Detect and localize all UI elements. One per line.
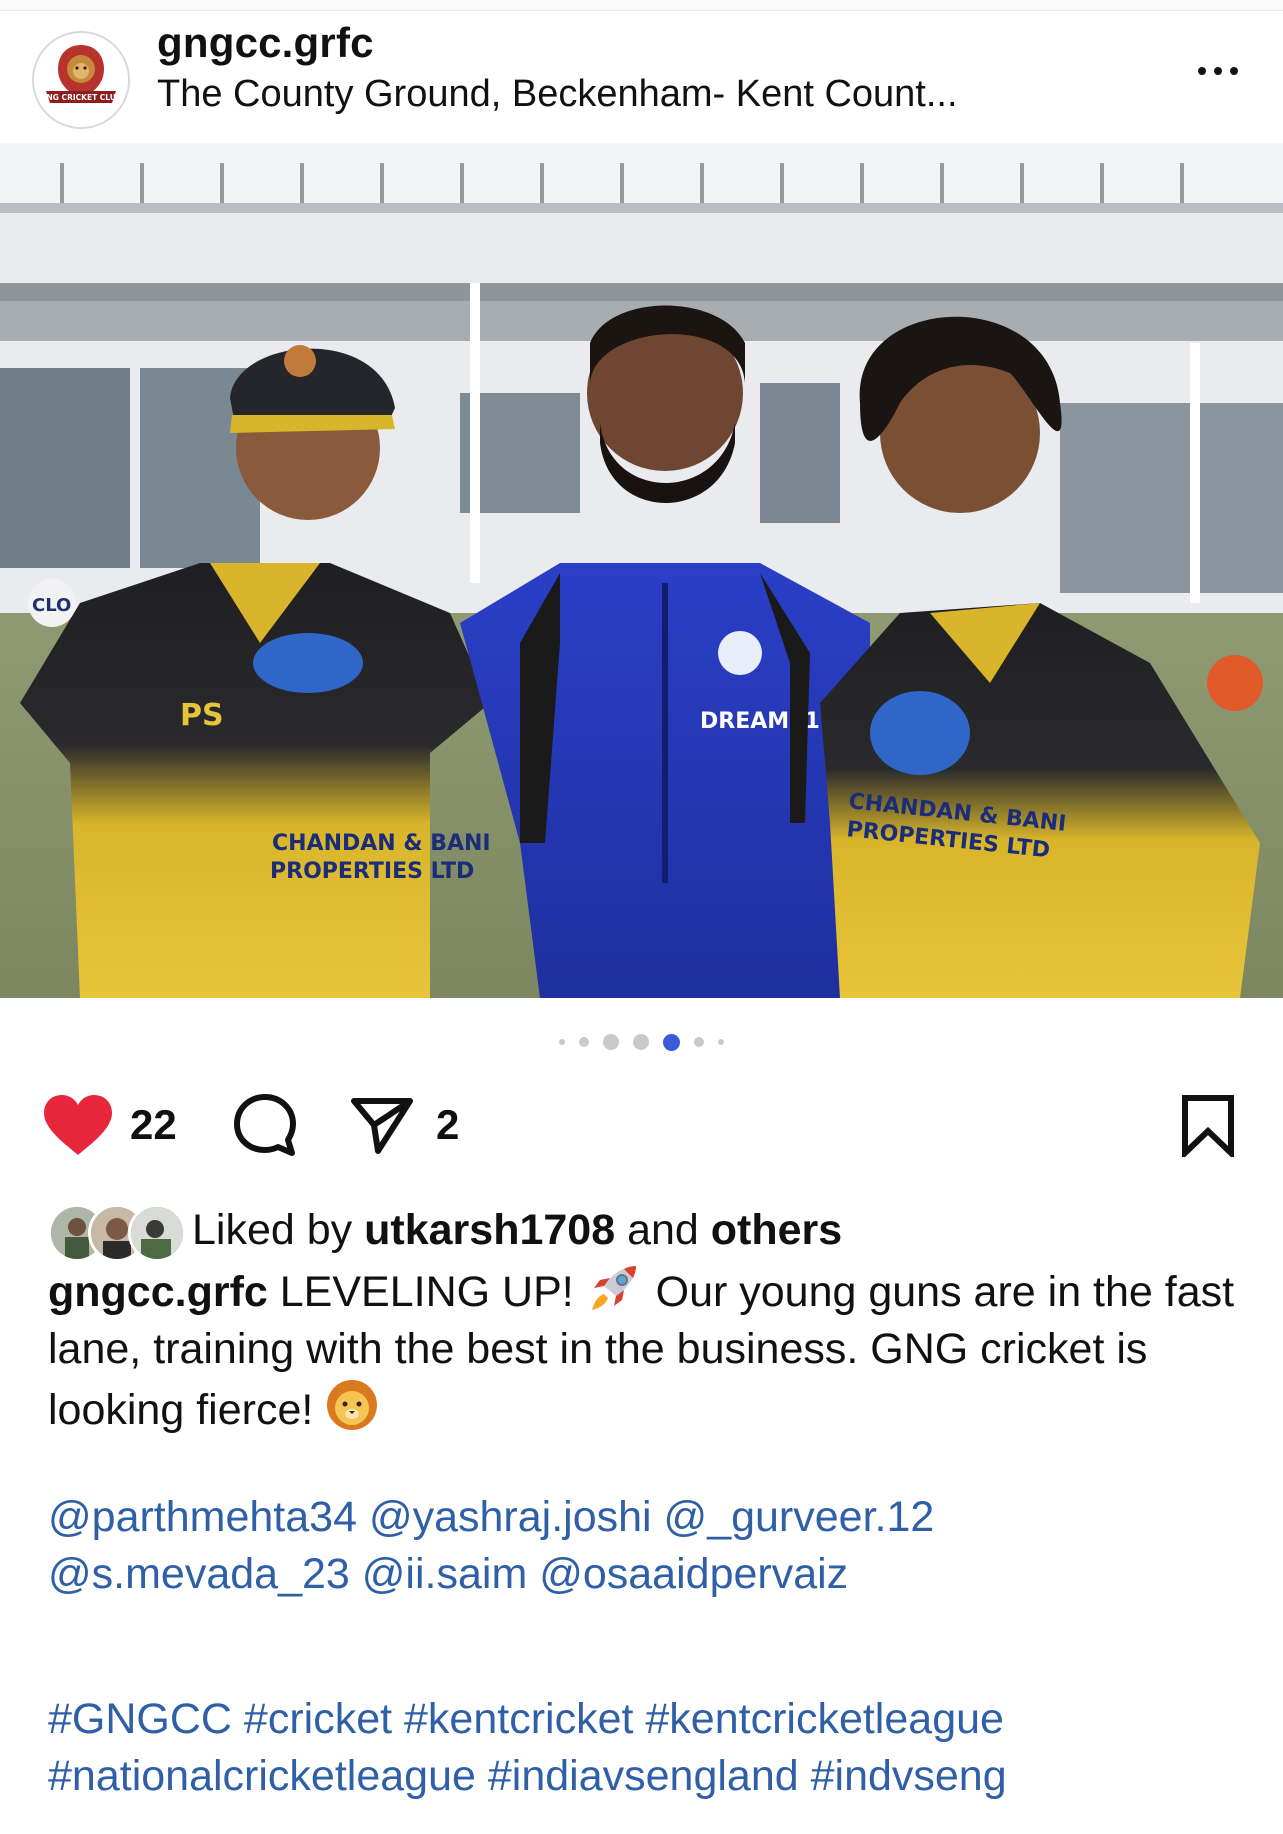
more-options-button[interactable] <box>1190 51 1246 91</box>
post-username[interactable]: gngcc.grfc <box>157 19 374 67</box>
caption-text-1: LEVELING UP! <box>279 1268 574 1316</box>
carousel-dot <box>718 1039 724 1045</box>
post-caption: gngcc.grfc LEVELING UP! Our young guns a… <box>48 1262 1258 1439</box>
carousel-dot <box>633 1034 649 1050</box>
svg-text:PS: PS <box>180 698 224 733</box>
mentions-line-1[interactable]: @parthmehta34 @yashraj.joshi @_gurveer.1… <box>48 1489 1268 1546</box>
svg-text:CLO: CLO <box>32 595 71 616</box>
svg-text:CHANDAN & BANI: CHANDAN & BANI <box>272 831 491 856</box>
svg-text:PROPERTIES LTD: PROPERTIES LTD <box>270 859 474 884</box>
post-location[interactable]: The County Ground, Beckenham- Kent Count… <box>157 73 958 116</box>
comment-icon <box>234 1094 296 1156</box>
carousel-indicator <box>0 1030 1283 1054</box>
post-header: GNG CRICKET CLUB gngcc.grfc The County G… <box>0 11 1283 143</box>
action-bar: 22 2 <box>0 1090 1283 1160</box>
mentions-line-2[interactable]: @s.mevada_23 @ii.saim @osaaidpervaiz <box>48 1546 1268 1603</box>
bookmark-icon <box>1182 1095 1234 1157</box>
carousel-dot <box>603 1034 619 1050</box>
profile-avatar[interactable]: GNG CRICKET CLUB <box>32 31 130 129</box>
post-photo[interactable]: CHANDAN & BANI PROPERTIES LTD PS DREAM11… <box>0 143 1283 998</box>
share-icon <box>351 1098 413 1154</box>
liked-by-others[interactable]: others <box>711 1206 842 1255</box>
liked-by-joiner: and <box>627 1205 699 1254</box>
liker-avatar <box>128 1204 186 1262</box>
liker-avatars <box>48 1202 186 1262</box>
club-logo-icon: GNG CRICKET CLUB <box>34 33 128 127</box>
carousel-dot <box>559 1039 565 1045</box>
caption-username[interactable]: gngcc.grfc <box>48 1268 268 1316</box>
share-button[interactable] <box>350 1090 414 1160</box>
hashtags-line-1[interactable]: #GNGCC #cricket #kentcricket #kentcricke… <box>48 1691 1268 1748</box>
liked-by-user[interactable]: utkarsh1708 <box>364 1206 615 1255</box>
carousel-dot <box>579 1037 589 1047</box>
rocket-emoji-icon <box>591 1266 636 1310</box>
bookmark-button[interactable] <box>1180 1090 1236 1160</box>
comment-button[interactable] <box>232 1090 298 1160</box>
carousel-dot-active <box>663 1033 680 1051</box>
hashtags-block: #GNGCC #cricket #kentcricket #kentcricke… <box>48 1691 1268 1805</box>
liked-by-prefix: Liked by <box>192 1205 353 1254</box>
svg-text:GNG CRICKET CLUB: GNG CRICKET CLUB <box>40 93 122 102</box>
share-count[interactable]: 2 <box>436 1090 459 1160</box>
top-divider <box>0 0 1283 11</box>
heart-icon <box>44 1095 112 1155</box>
like-count[interactable]: 22 <box>130 1090 177 1160</box>
photo-illustration: CHANDAN & BANI PROPERTIES LTD PS DREAM11… <box>0 143 1283 998</box>
like-button[interactable] <box>42 1090 114 1160</box>
hashtags-line-2[interactable]: #nationalcricketleague #indiavsengland #… <box>48 1748 1268 1805</box>
liked-by-row[interactable]: Liked by utkarsh1708 and others <box>48 1202 842 1262</box>
more-icon <box>1198 67 1206 75</box>
lion-emoji-icon <box>327 1380 378 1430</box>
mentions-block: @parthmehta34 @yashraj.joshi @_gurveer.1… <box>48 1489 1268 1603</box>
carousel-dot <box>694 1037 704 1047</box>
